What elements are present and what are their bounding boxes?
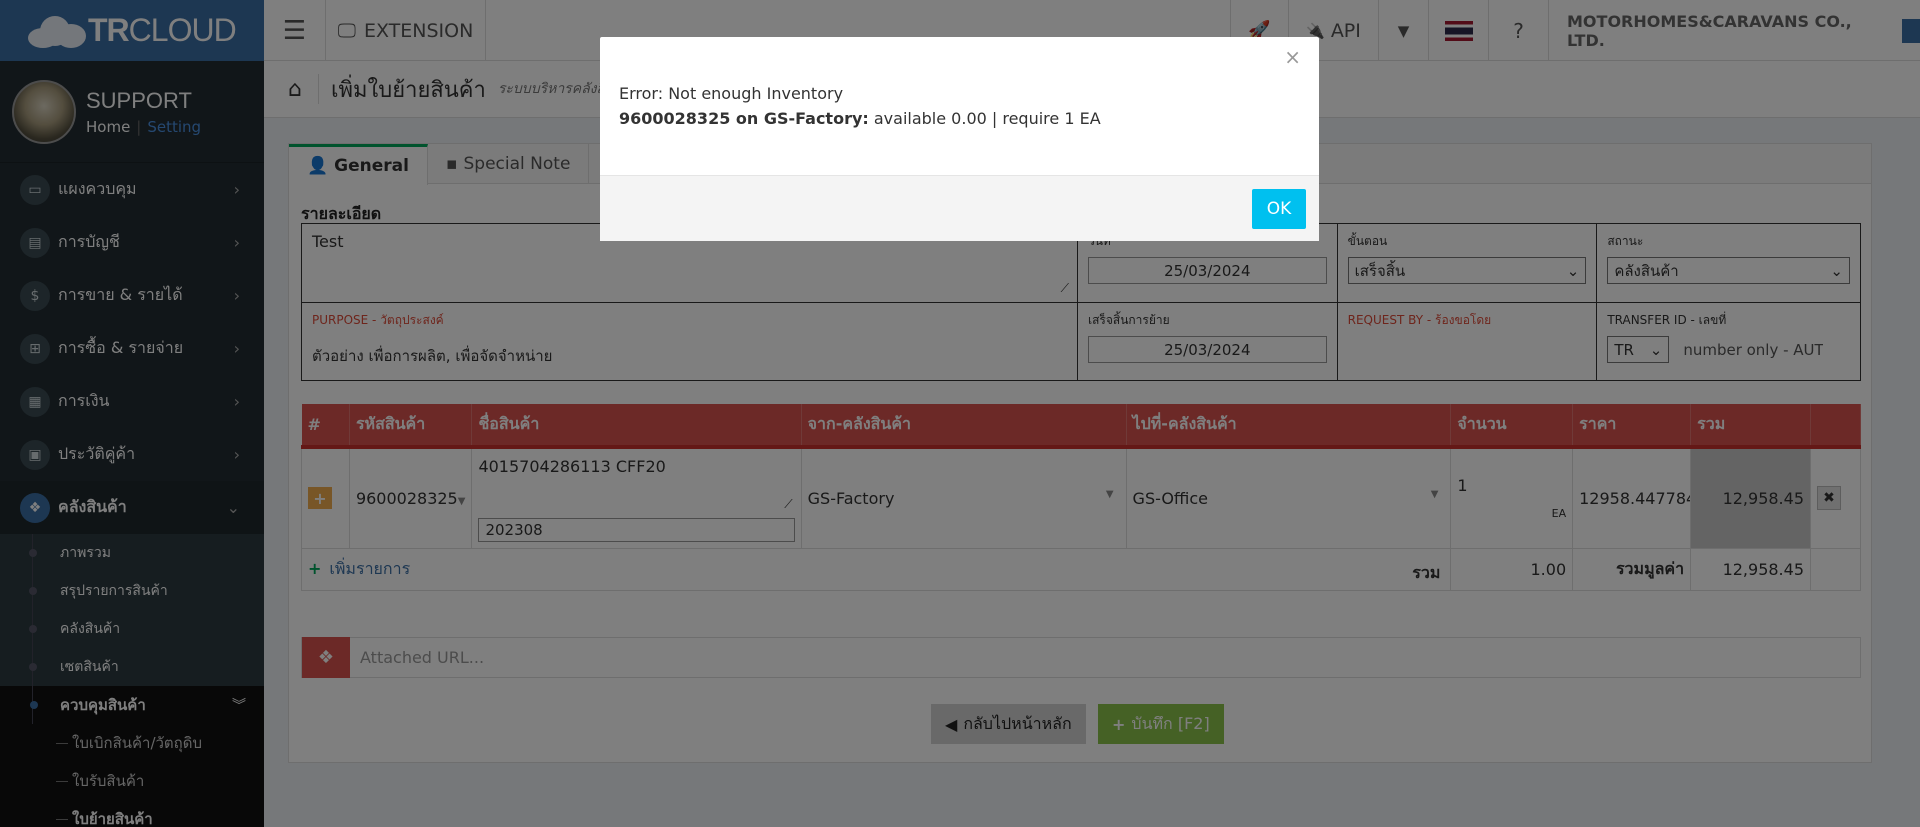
ok-button[interactable]: OK [1252,189,1306,229]
error-detail: 9600028325 on GS-Factory: available 0.00… [619,109,1101,128]
error-message: Error: Not enough Inventory [619,84,844,103]
close-icon[interactable]: × [1284,45,1301,69]
error-dialog: × Error: Not enough Inventory 9600028325… [600,37,1319,241]
dialog-footer: OK [600,175,1319,241]
